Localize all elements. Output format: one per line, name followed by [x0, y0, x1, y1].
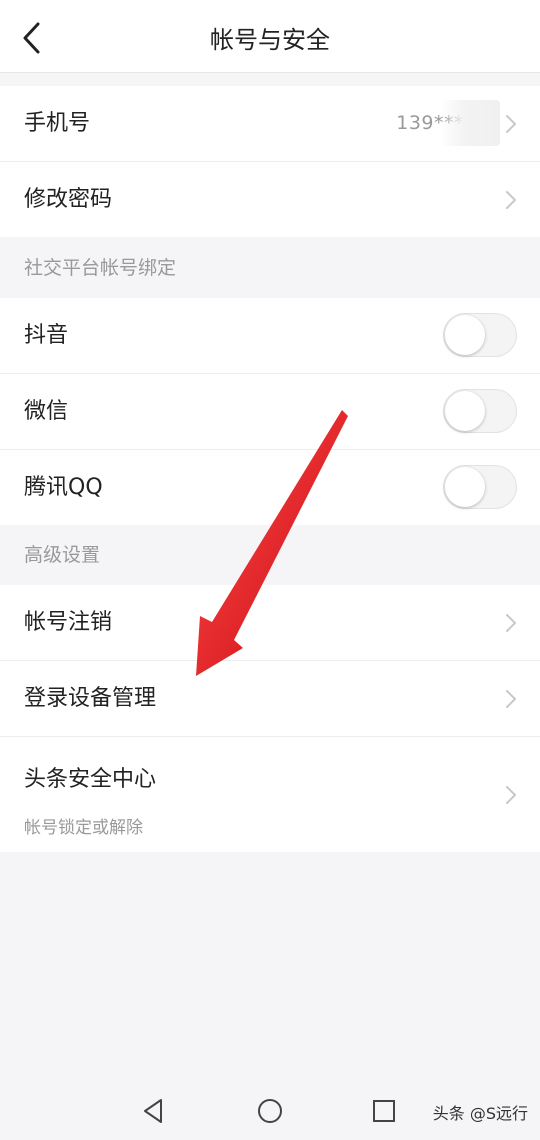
toggle-knob [445, 391, 485, 431]
nav-back-icon[interactable] [139, 1096, 169, 1126]
nav-recents-icon[interactable] [369, 1096, 399, 1126]
phone-row[interactable]: 手机号 139***** [0, 86, 540, 162]
device-management-label: 登录设备管理 [24, 686, 157, 711]
wechat-toggle[interactable] [443, 389, 517, 433]
security-center-row[interactable]: 头条安全中心 帐号锁定或解除 [0, 737, 540, 852]
douyin-toggle[interactable] [443, 313, 517, 357]
deactivate-account-label: 帐号注销 [24, 610, 113, 635]
social-item-label: 腾讯QQ [24, 475, 103, 500]
chevron-right-icon [506, 191, 516, 209]
toggle-knob [445, 315, 485, 355]
change-password-row[interactable]: 修改密码 [0, 162, 540, 237]
social-item-douyin: 抖音 [0, 298, 540, 374]
advanced-section-header: 高级设置 [0, 525, 540, 585]
phone-label: 手机号 [24, 111, 91, 136]
chevron-right-icon [506, 115, 516, 133]
watermark: 头条 @S远行 [432, 1104, 528, 1123]
device-management-row[interactable]: 登录设备管理 [0, 661, 540, 737]
change-password-label: 修改密码 [24, 187, 113, 212]
chevron-right-icon [506, 614, 516, 632]
chevron-right-icon [506, 786, 516, 804]
advanced-group: 帐号注销 登录设备管理 头条安全中心 帐号锁定或解除 [0, 585, 540, 852]
chevron-right-icon [506, 690, 516, 708]
security-center-label: 头条安全中心 [24, 767, 157, 792]
account-group: 手机号 139***** 修改密码 [0, 86, 540, 237]
nav-home-icon[interactable] [255, 1096, 285, 1126]
social-group: 抖音 微信 腾讯QQ [0, 298, 540, 525]
social-item-qq: 腾讯QQ [0, 450, 540, 525]
social-section-header: 社交平台帐号绑定 [0, 238, 540, 298]
deactivate-account-row[interactable]: 帐号注销 [0, 585, 540, 661]
app-header: 帐号与安全 [0, 0, 540, 73]
page-title: 帐号与安全 [210, 26, 330, 54]
social-item-label: 抖音 [24, 323, 69, 348]
social-item-wechat: 微信 [0, 374, 540, 450]
security-center-sublabel: 帐号锁定或解除 [24, 818, 143, 838]
social-item-label: 微信 [24, 399, 69, 424]
phone-redaction [440, 100, 500, 146]
toggle-knob [445, 467, 485, 507]
qq-toggle[interactable] [443, 465, 517, 509]
